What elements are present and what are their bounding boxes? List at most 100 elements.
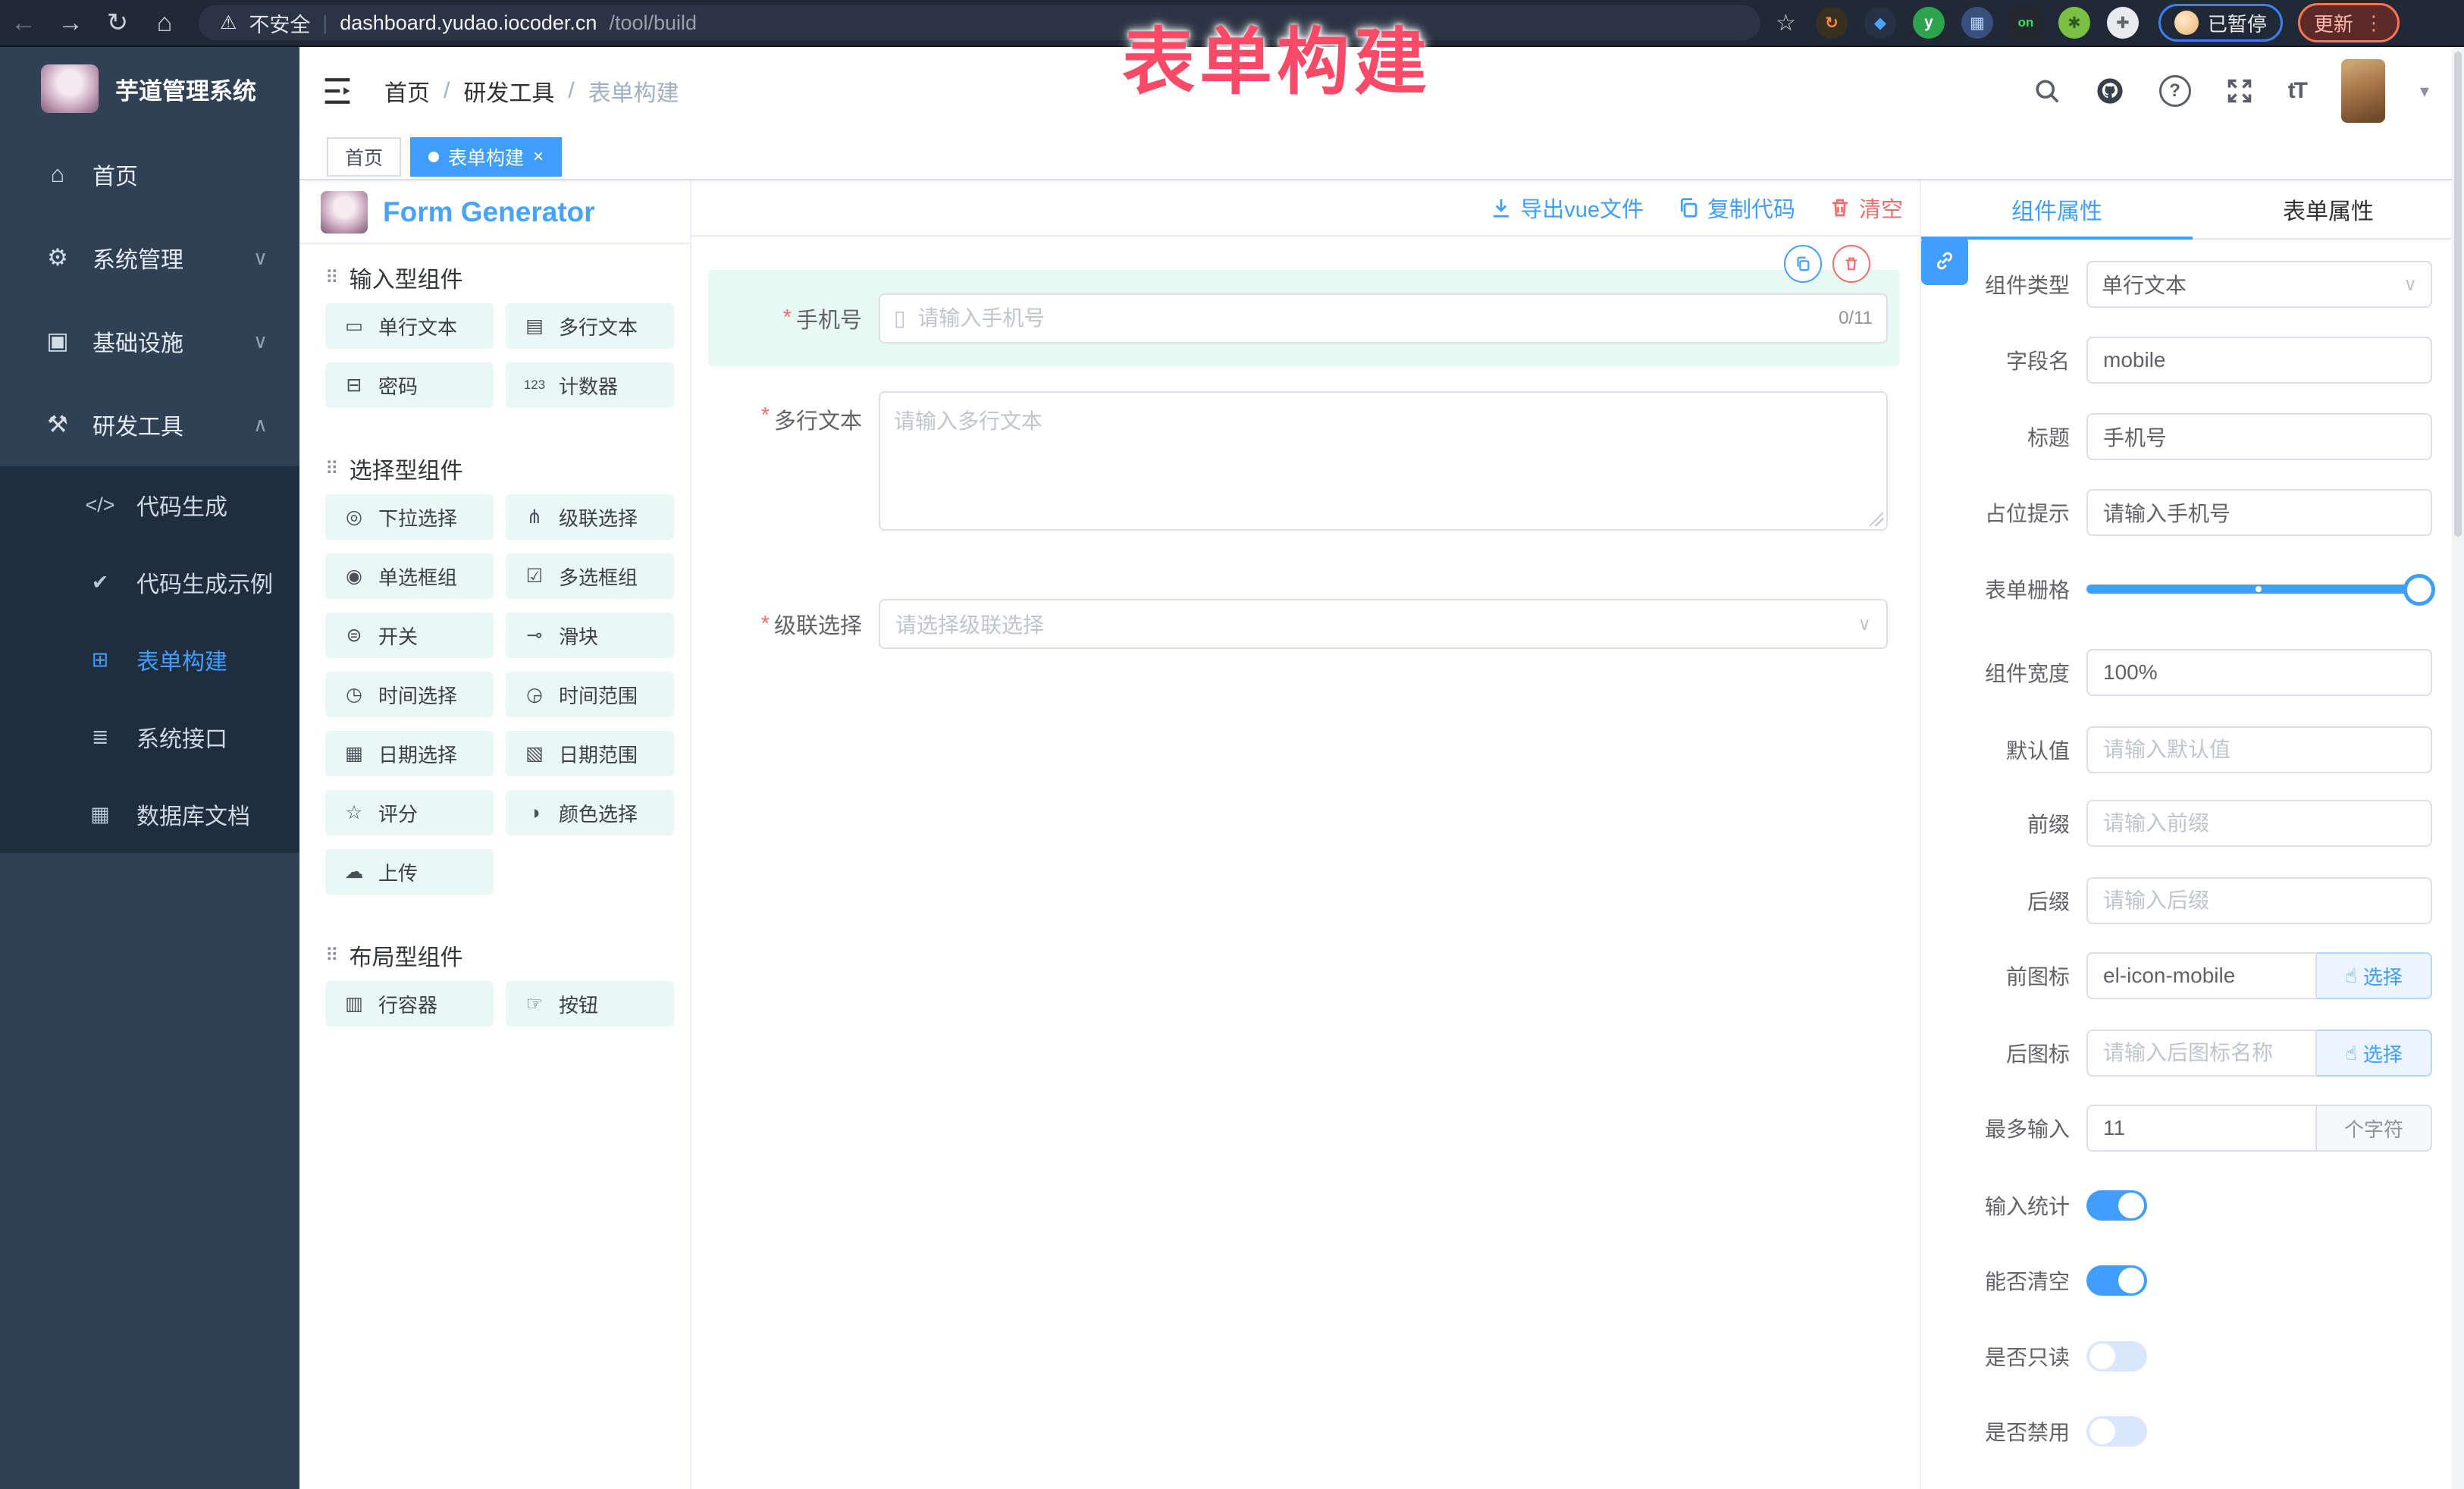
profile-paused-pill[interactable]: 已暂停 [2158,4,2283,42]
palette-item-rate[interactable]: ☆评分 [325,790,494,835]
palette-item-cascader-select[interactable]: ⋔级联选择 [506,494,674,540]
address-bar[interactable]: ⚠ 不安全 | dashboard.yudao.iocoder.cn/tool/… [199,5,1760,40]
canvas-item-textarea[interactable]: * 多行文本 [708,381,1900,540]
suffix-input[interactable] [2102,888,2417,914]
palette-item-row-container[interactable]: ▥行容器 [325,981,494,1027]
tab-home[interactable]: 首页 [327,137,401,177]
palette-item-dropdown-select[interactable]: ◎下拉选择 [325,494,494,540]
canvas-item-mobile[interactable]: * 手机号 ▯ 0/11 [708,270,1900,366]
hamburger-icon[interactable] [322,77,353,105]
user-avatar[interactable] [2341,59,2385,123]
palette-item-password[interactable]: ⊟密码 [325,362,494,408]
disabled-toggle[interactable] [2086,1416,2147,1447]
field-name-input[interactable] [2102,347,2417,373]
breadcrumb-home[interactable]: 首页 [384,74,430,108]
resize-handle[interactable] [1870,513,1883,526]
form-generator-header: Form Generator [299,180,690,244]
multiline-textarea[interactable] [880,393,1886,529]
link-button[interactable] [1921,237,1968,285]
extension-pin-icon[interactable]: ◆ [1864,7,1896,39]
prefix-icon-input[interactable] [2102,963,2302,989]
palette-item-upload[interactable]: ☁上传 [325,849,494,895]
sidebar-item-database-doc[interactable]: ▦ 数据库文档 [0,776,299,853]
item-copy-button[interactable] [1784,245,1822,283]
copy-code-button[interactable]: 复制代码 [1677,192,1795,224]
palette-item-button[interactable]: ☞按钮 [506,981,674,1027]
sidebar-item-code-generation[interactable]: </> 代码生成 [0,466,299,544]
tab-component-props[interactable]: 组件属性 [1921,180,2193,238]
item-delete-button[interactable] [1832,245,1870,283]
extension-grid-icon[interactable]: ▦ [1961,7,1993,39]
extension-puzzle-icon[interactable]: ✚ [2107,7,2139,39]
sidebar-item-infrastructure[interactable]: ▣ 基础设施 ∨ [0,299,299,383]
cascader-select[interactable]: 请选择级联选择 ∨ [879,599,1888,649]
form-grid-slider[interactable] [2086,566,2432,613]
input-statistics-toggle[interactable] [2086,1190,2147,1221]
canvas-toolbar: 导出vue文件 复制代码 清空 [691,180,1920,237]
default-value-input[interactable] [2102,737,2417,763]
palette-item-multi-line-text[interactable]: ▤多行文本 [506,303,674,349]
breadcrumb-dev-tools[interactable]: 研发工具 [463,74,554,108]
extension-sync-icon[interactable]: ↻ [1816,7,1848,39]
browser-forward-button[interactable]: → [47,8,94,38]
palette-item-date-range[interactable]: ▧日期范围 [506,731,674,776]
mobile-input[interactable] [916,306,1795,331]
sidebar-item-dev-tools[interactable]: ⚒ 研发工具 ∧ [0,383,299,466]
github-icon[interactable] [2096,77,2124,105]
palette-item-checkbox-group[interactable]: ☑多选框组 [506,553,674,599]
sidebar-item-home[interactable]: ⌂ 首页 [0,133,299,216]
tab-form-props[interactable]: 表单属性 [2193,180,2464,238]
app-logo-row[interactable]: 芋道管理系统 [0,47,299,115]
close-icon[interactable]: × [533,146,544,168]
page-scrollbar[interactable] [2452,47,2464,1489]
avatar-caret-icon[interactable]: ▾ [2420,80,2429,102]
bookmark-star-icon[interactable]: ☆ [1776,10,1796,36]
prefix-input[interactable] [2102,810,2417,836]
palette-item-switch[interactable]: ⊜开关 [325,613,494,658]
palette-item-color-picker[interactable]: ◑颜色选择 [506,790,674,835]
readonly-toggle[interactable] [2086,1341,2147,1371]
help-icon[interactable]: ? [2159,75,2191,107]
sidebar-item-form-builder[interactable]: ⊞ 表单构建 [0,621,299,698]
extension-y-icon[interactable]: y [1913,7,1945,39]
suffix-icon-select-button[interactable]: ☝ 选择 [2317,1030,2432,1077]
clearable-toggle[interactable] [2086,1265,2147,1296]
placeholder-input[interactable] [2102,500,2417,525]
browser-home-button[interactable]: ⌂ [141,8,188,38]
palette-item-single-line-text[interactable]: ▭单行文本 [325,303,494,349]
profile-avatar-icon [2174,11,2199,35]
search-icon[interactable] [2033,77,2061,105]
browser-update-button[interactable]: 更新 ⋮ [2298,3,2400,42]
palette-item-radio-group[interactable]: ◉单选框组 [325,553,494,599]
component-width-input[interactable] [2102,660,2417,685]
palette-item-date-picker[interactable]: ▦日期选择 [325,731,494,776]
extension-on-icon[interactable]: on [2010,7,2042,39]
tab-form-builder[interactable]: 表单构建 × [410,137,562,177]
sidebar-item-code-generation-demo[interactable]: ✔ 代码生成示例 [0,544,299,621]
slider-handle[interactable] [2403,574,2435,606]
title-input[interactable] [2102,424,2417,450]
kebab-menu-icon[interactable]: ⋮ [2364,11,2384,35]
browser-reload-button[interactable]: ↻ [94,8,141,38]
prop-row-suffix: 后缀 [1921,876,2464,926]
palette-item-time-range[interactable]: ◶时间范围 [506,672,674,717]
palette-item-slider[interactable]: ⊸滑块 [506,613,674,658]
extension-leaf-icon[interactable]: ✱ [2058,7,2090,39]
security-label[interactable]: 不安全 [249,8,310,38]
suffix-icon-input[interactable] [2102,1040,2302,1066]
browser-back-button[interactable]: ← [0,8,47,38]
sidebar-item-system-api[interactable]: ≣ 系统接口 [0,698,299,776]
sidebar-item-system-management[interactable]: ⚙ 系统管理 ∨ [0,216,299,299]
palette-item-time-picker[interactable]: ◷时间选择 [325,672,494,717]
scrollbar-thumb[interactable] [2454,52,2462,537]
fullscreen-icon[interactable] [2226,77,2253,105]
font-size-icon[interactable]: tT [2288,78,2306,104]
max-input-field[interactable] [2102,1115,2302,1141]
clear-button[interactable]: 清空 [1829,192,1903,224]
export-vue-button[interactable]: 导出vue文件 [1490,192,1644,224]
slider-track[interactable] [2086,585,2422,594]
canvas-item-cascader[interactable]: * 级联选择 请选择级联选择 ∨ [708,588,1900,660]
component-type-select[interactable]: 单行文本 ∨ [2086,261,2432,308]
prefix-icon-select-button[interactable]: ☝ 选择 [2317,952,2432,999]
palette-item-counter[interactable]: 123计数器 [506,362,674,408]
